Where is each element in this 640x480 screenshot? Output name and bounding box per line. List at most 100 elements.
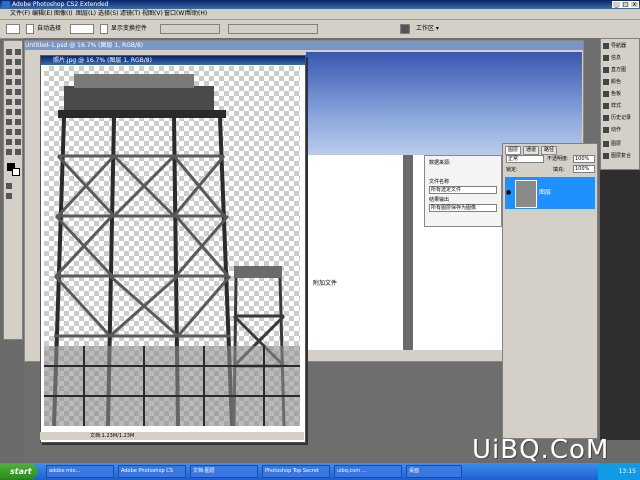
history-brush-icon[interactable]: [15, 89, 21, 95]
palette-well-icon[interactable]: [400, 24, 410, 34]
hand-tool-icon[interactable]: [6, 149, 12, 155]
industrial-tower-image: [44, 74, 300, 426]
stamp-tool-icon[interactable]: [6, 89, 12, 95]
shape-tool-icon[interactable]: [15, 129, 21, 135]
menu-filter[interactable]: 滤镜(T): [120, 9, 140, 19]
selected-files-field[interactable]: 所有选定文件: [429, 186, 497, 194]
taskbar-item[interactable]: Photoshop Top Secret: [262, 465, 330, 478]
panel-history[interactable]: 历史记录: [603, 113, 631, 123]
panel-info[interactable]: 信息: [603, 53, 621, 63]
panel-swatches-label: 色板: [611, 91, 622, 97]
layer-row[interactable]: ● 图层: [505, 177, 595, 209]
lasso-tool-icon[interactable]: [6, 59, 12, 65]
actions-icon: [603, 126, 609, 133]
taskbar-item[interactable]: uibq.com ...: [334, 465, 402, 478]
eye-icon[interactable]: ●: [506, 189, 511, 196]
distribute-buttons[interactable]: [228, 24, 318, 34]
file-label: 文件名称: [429, 179, 450, 185]
panel-actions[interactable]: 动作: [603, 125, 621, 135]
maximize-button[interactable]: □: [621, 1, 630, 8]
taskbar-item[interactable]: 文档-图层: [190, 465, 258, 478]
auto-select-dropdown[interactable]: [70, 24, 94, 34]
screen-mode-icon[interactable]: [6, 193, 12, 199]
eyedropper-icon[interactable]: [15, 139, 21, 145]
menu-window[interactable]: 窗口(W): [164, 9, 187, 19]
menu-image[interactable]: 图像(I): [54, 9, 72, 19]
blend-mode-select[interactable]: 正常: [506, 155, 544, 163]
eraser-tool-icon[interactable]: [6, 99, 12, 105]
tab-channels[interactable]: 通道: [523, 146, 540, 155]
gradient-tool-icon[interactable]: [15, 99, 21, 105]
pen-tool-icon[interactable]: [6, 129, 12, 135]
panel-color[interactable]: 颜色: [603, 77, 621, 87]
menu-file[interactable]: 文件(F): [10, 9, 30, 19]
crop-tool-icon[interactable]: [6, 69, 12, 75]
panel-layer-comps[interactable]: 图层复合: [603, 151, 631, 161]
taskbar-item[interactable]: adobe mio...: [46, 465, 114, 478]
swatches-icon: [603, 90, 609, 97]
menu-view[interactable]: 视图(V): [142, 9, 163, 19]
zoom-tool-icon[interactable]: [15, 149, 21, 155]
opacity-input[interactable]: 100%: [573, 155, 595, 163]
layers-icon: [603, 140, 609, 147]
tools-panel: [3, 40, 23, 340]
panel-layers[interactable]: 图层: [603, 139, 621, 149]
move-tool-icon[interactable]: [6, 24, 20, 34]
output-field[interactable]: 所有图层保存为图像: [429, 204, 497, 212]
title-bar: Adobe Photoshop CS2 Extended _ □ x: [0, 0, 640, 9]
lock-label: 锁定:: [506, 167, 518, 173]
slice-tool-icon[interactable]: [15, 69, 21, 75]
output-label: 结果输出: [429, 197, 450, 203]
healing-brush-icon[interactable]: [6, 79, 12, 85]
panel-navigator[interactable]: 导航器: [603, 41, 626, 51]
tab-paths[interactable]: 路径: [541, 146, 558, 155]
menu-edit[interactable]: 编辑(E): [32, 9, 52, 19]
taskbar-item[interactable]: 桌面: [406, 465, 462, 478]
window-title: Adobe Photoshop CS2 Extended: [12, 1, 109, 8]
document-canvas[interactable]: [44, 66, 300, 426]
panel-styles-label: 样式: [611, 103, 622, 109]
blur-tool-icon[interactable]: [6, 109, 12, 115]
align-buttons[interactable]: [160, 24, 220, 34]
source-label: 数据来源:: [429, 160, 451, 166]
taskbar-item[interactable]: Adobe Photoshop CS: [118, 465, 186, 478]
type-tool-icon[interactable]: [15, 119, 21, 125]
options-bar: 自动选择 显示变换控件 工作区 ▾: [0, 20, 640, 39]
layer-name: 图层: [539, 189, 552, 196]
menu-layer[interactable]: 图层(L): [76, 9, 96, 19]
panel-swatches[interactable]: 色板: [603, 89, 621, 99]
close-button[interactable]: x: [630, 1, 639, 8]
layer-comps-icon: [603, 152, 609, 159]
fill-input[interactable]: 100%: [573, 165, 595, 173]
auto-select-checkbox[interactable]: [26, 24, 34, 34]
notes-tool-icon[interactable]: [6, 139, 12, 145]
layer-thumbnail: [515, 180, 537, 208]
panel-histogram[interactable]: 直方图: [603, 65, 626, 75]
start-button[interactable]: start: [0, 464, 38, 479]
background-color-swatch[interactable]: [12, 168, 20, 176]
attach-file-label: 附加文件: [313, 280, 338, 287]
magic-wand-icon[interactable]: [15, 59, 21, 65]
menu-select[interactable]: 选择(S): [98, 9, 119, 19]
main-document-title: 照片.jpg @ 16.7% (图层 1, RGB/8): [41, 56, 305, 65]
quick-mask-icon[interactable]: [6, 183, 12, 189]
panel-actions-label: 动作: [611, 127, 622, 133]
panel-styles[interactable]: 样式: [603, 101, 621, 111]
workspace-menu[interactable]: 工作区 ▾: [416, 24, 439, 34]
menu-help[interactable]: 帮助(H): [186, 9, 207, 19]
scrollbar-strip[interactable]: [403, 155, 413, 350]
dodge-tool-icon[interactable]: [15, 109, 21, 115]
batch-options-panel: 数据来源: 文件名称 所有选定文件 结果输出 所有图层保存为图像: [424, 155, 502, 227]
move-tool-icon[interactable]: [15, 49, 21, 55]
document-size-text: 文档:1.23M/1.23M: [90, 433, 135, 439]
opacity-label: 不透明度:: [547, 156, 569, 162]
tab-layers[interactable]: 图层: [505, 146, 522, 155]
show-bounds-checkbox[interactable]: [100, 24, 108, 34]
panel-histogram-label: 直方图: [611, 67, 627, 73]
info-icon: [603, 54, 609, 61]
system-tray: 13:15: [598, 463, 640, 480]
path-select-icon[interactable]: [6, 119, 12, 125]
minimize-button[interactable]: _: [612, 1, 621, 8]
brush-tool-icon[interactable]: [15, 79, 21, 85]
marquee-tool-icon[interactable]: [6, 49, 12, 55]
